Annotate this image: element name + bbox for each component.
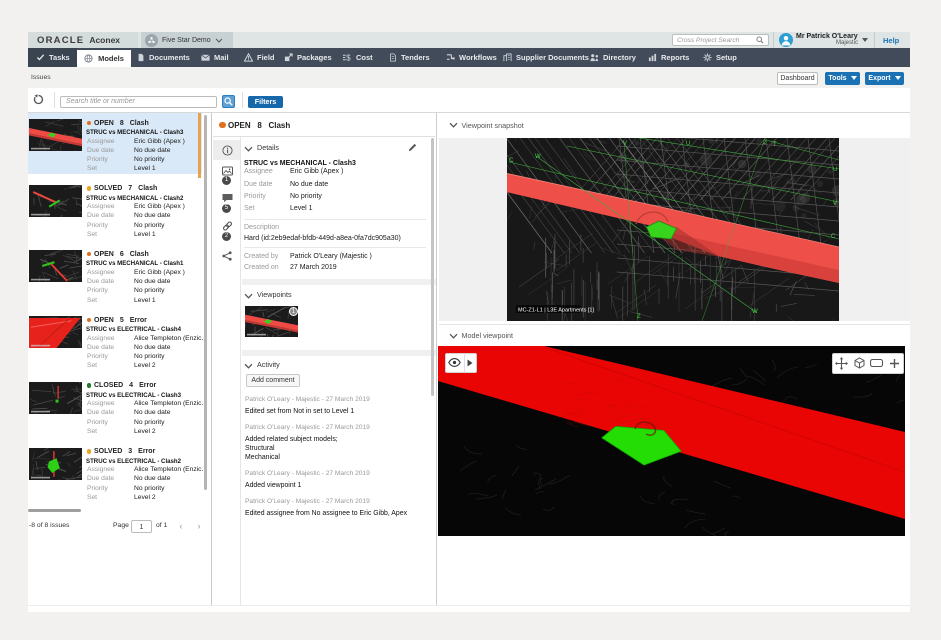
svg-text:W: W — [752, 309, 758, 315]
svg-text:U: U — [686, 141, 690, 147]
svg-text:C: C — [831, 234, 836, 240]
svg-text:$: $ — [346, 54, 351, 62]
svg-text:T: T — [773, 142, 777, 148]
svg-text:U: U — [833, 167, 837, 173]
svg-text:C: C — [509, 158, 514, 164]
svg-text:V: V — [833, 201, 837, 207]
svg-text:Z: Z — [637, 314, 641, 320]
svg-text:W: W — [535, 154, 541, 160]
svg-text:V: V — [623, 141, 627, 147]
svg-text:MC-Z1-L1 | L3E Apartments [1]: MC-Z1-L1 | L3E Apartments [1] — [518, 308, 594, 314]
